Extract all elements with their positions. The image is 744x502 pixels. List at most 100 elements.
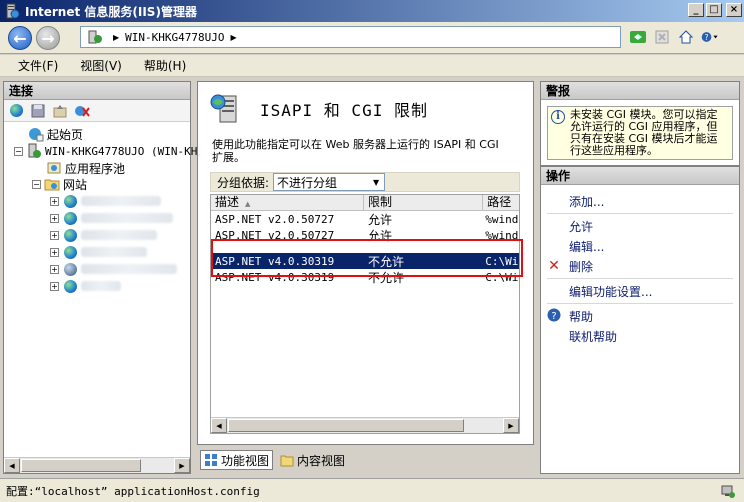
- table-row[interactable]: ASP.NET v2.0.50727 允许 %wind: [211, 211, 519, 227]
- up-level-icon[interactable]: [52, 103, 68, 119]
- table-row[interactable]: ASP.NET v2.0.50727 允许 %wind: [211, 227, 519, 243]
- cell-description: ASP.NET v2.0.50727: [215, 228, 335, 242]
- save-icon[interactable]: [30, 103, 46, 119]
- group-by-select[interactable]: 不进行分组 ▼: [273, 173, 386, 191]
- forward-button[interactable]: →: [36, 26, 60, 50]
- expand-icon[interactable]: +: [50, 264, 59, 274]
- maximize-button[interactable]: □: [706, 3, 722, 17]
- scroll-thumb[interactable]: [21, 459, 141, 472]
- column-header-description[interactable]: 描述 ▲: [211, 195, 364, 210]
- action-delete[interactable]: 删除: [569, 258, 593, 275]
- scroll-thumb[interactable]: [228, 419, 464, 432]
- action-allow[interactable]: 允许: [569, 218, 593, 235]
- refresh-icon[interactable]: [628, 27, 648, 47]
- address-bar[interactable]: ▶ WIN-KHKG4778UJO ▶: [80, 26, 621, 48]
- feature-description: 使用此功能指定可以在 Web 服务器上运行的 ISAPI 和 CGI 扩展。: [212, 138, 499, 164]
- help-icon: ?: [547, 308, 561, 322]
- action-help[interactable]: 帮助: [569, 308, 593, 325]
- expand-icon[interactable]: +: [50, 230, 59, 240]
- actions-header: 操作: [541, 167, 739, 185]
- globe-icon: [62, 278, 78, 294]
- column-header-path[interactable]: 路径: [483, 195, 519, 210]
- expand-icon[interactable]: +: [50, 213, 59, 223]
- back-arrow-icon: ←: [13, 28, 27, 48]
- tree-site[interactable]: +: [50, 261, 177, 277]
- connect-globe-icon[interactable]: [8, 103, 24, 119]
- alert-message: 未安装 CGI 模块。您可以指定允许运行的 CGI 应用程序，但只有在安装 CG…: [570, 108, 718, 157]
- table-row-selected[interactable]: ASP.NET v4.0.30319 不允许 C:\Wi: [211, 253, 519, 269]
- action-edit[interactable]: 编辑...: [569, 238, 604, 255]
- content-view-tab[interactable]: 内容视图: [277, 450, 348, 470]
- info-icon: i: [551, 110, 565, 124]
- scroll-right-icon[interactable]: ▶: [174, 458, 190, 473]
- cell-restriction: 不允许: [368, 270, 405, 285]
- cell-path: %wind: [485, 228, 519, 242]
- action-add[interactable]: 添加...: [569, 193, 604, 210]
- tree-site[interactable]: +: [50, 227, 157, 243]
- isapi-cgi-icon: [210, 94, 237, 123]
- close-button[interactable]: ×: [726, 3, 742, 17]
- action-edit-feature-settings[interactable]: 编辑功能设置...: [569, 283, 652, 300]
- features-view-icon: [205, 454, 217, 466]
- action-separator: [547, 278, 733, 279]
- menu-view[interactable]: 视图(V): [80, 57, 122, 74]
- stop-icon[interactable]: [652, 27, 672, 47]
- tree-label: 应用程序池: [65, 161, 126, 176]
- scroll-left-icon[interactable]: ◀: [4, 458, 20, 473]
- tree-start-page[interactable]: 起始页: [28, 126, 83, 142]
- list-header: 描述 ▲ 限制 路径: [211, 195, 519, 211]
- collapse-icon[interactable]: −: [32, 179, 41, 189]
- alerts-panel: 警报 i 未安装 CGI 模块。您可以指定允许运行的 CGI 应用程序，但只有在…: [540, 81, 740, 166]
- scroll-right-icon[interactable]: ▶: [503, 418, 519, 433]
- cell-description: ASP.NET v4.0.30319: [215, 254, 335, 268]
- table-row[interactable]: ASP.NET v4.0.30319 不允许 C:\Wi: [211, 269, 519, 285]
- globe-icon: [62, 244, 78, 260]
- collapse-icon[interactable]: −: [14, 146, 23, 156]
- column-header-restriction[interactable]: 限制: [364, 195, 484, 210]
- connections-hscrollbar[interactable]: ◀ ▶: [4, 457, 190, 473]
- folder-icon: [44, 176, 60, 192]
- group-by-label: 分组依据:: [217, 175, 270, 190]
- features-view-tab[interactable]: 功能视图: [200, 450, 274, 470]
- back-button[interactable]: ←: [8, 26, 32, 50]
- menu-file[interactable]: 文件(F): [18, 57, 58, 74]
- menu-help[interactable]: 帮助(H): [144, 57, 186, 74]
- action-separator: [547, 213, 733, 214]
- address-tools: ?: [628, 27, 720, 47]
- server-icon: [88, 30, 102, 44]
- globe-icon: [62, 227, 78, 243]
- redacted-site-name: [81, 247, 147, 257]
- group-by-value: 不进行分组: [277, 175, 338, 190]
- expand-icon[interactable]: +: [50, 247, 59, 257]
- home-icon[interactable]: [676, 27, 696, 47]
- list-hscrollbar[interactable]: ◀ ▶: [211, 417, 519, 433]
- group-by-bar: 分组依据: 不进行分组 ▼: [210, 172, 520, 192]
- view-switcher: 功能视图 内容视图: [200, 450, 348, 470]
- globe-icon: [62, 210, 78, 226]
- tree-server[interactable]: − WIN-KHKG4778UJO (WIN-KHKG: [14, 143, 211, 159]
- tree-site[interactable]: +: [50, 193, 161, 209]
- breadcrumb-server[interactable]: WIN-KHKG4778UJO: [125, 31, 224, 44]
- feature-panel: ISAPI 和 CGI 限制 使用此功能指定可以在 Web 服务器上运行的 IS…: [197, 81, 534, 445]
- minimize-button[interactable]: _: [688, 3, 704, 17]
- action-online-help[interactable]: 联机帮助: [569, 328, 617, 345]
- scroll-left-icon[interactable]: ◀: [211, 418, 227, 433]
- redacted-site-name: [81, 281, 121, 291]
- tree-site[interactable]: +: [50, 210, 173, 226]
- alert-message-box: i 未安装 CGI 模块。您可以指定允许运行的 CGI 应用程序，但只有在安装 …: [547, 106, 733, 160]
- tree-site[interactable]: +: [50, 278, 121, 294]
- expand-icon[interactable]: +: [50, 196, 59, 206]
- tree-app-pools[interactable]: 应用程序池: [46, 160, 125, 176]
- tree-sites[interactable]: − 网站: [32, 176, 87, 192]
- title-bar: Internet 信息服务(IIS)管理器 _ □ ×: [0, 0, 744, 22]
- forward-arrow-icon: →: [41, 28, 55, 48]
- disconnect-icon[interactable]: [74, 103, 90, 119]
- help-icon[interactable]: ?: [700, 27, 720, 47]
- expand-icon[interactable]: +: [50, 281, 59, 291]
- list-hscroll-track[interactable]: ◀ ▶: [211, 417, 519, 433]
- server-icon: [26, 143, 42, 159]
- breadcrumb-dropdown-icon[interactable]: ▶: [231, 33, 237, 42]
- tree-site[interactable]: +: [50, 244, 147, 260]
- globe-icon: [62, 193, 78, 209]
